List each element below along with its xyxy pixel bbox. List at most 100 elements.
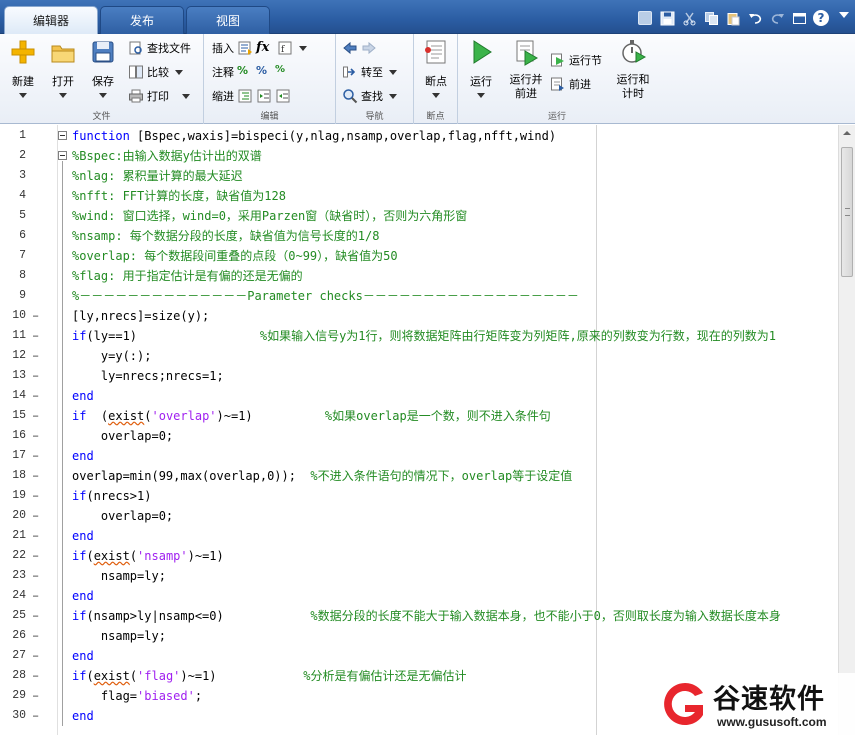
find-button[interactable]: 查找	[342, 86, 397, 106]
executable-line-marker[interactable]: –	[32, 686, 40, 706]
code-line[interactable]: end	[72, 586, 94, 606]
breakpoints-button[interactable]: 断点	[415, 38, 457, 98]
find-files-button[interactable]: 查找文件	[128, 38, 191, 58]
tab-view[interactable]: 视图	[186, 6, 270, 34]
code-line[interactable]: y=y(:);	[72, 346, 152, 366]
code-line[interactable]: [ly,nrecs]=size(y);	[72, 306, 209, 326]
code-line[interactable]: %flag: 用于指定估计是有偏的还是无偏的	[72, 266, 303, 286]
comment-percent-icon[interactable]: %	[237, 64, 253, 80]
window-icon[interactable]	[789, 8, 809, 28]
scrollbar-thumb[interactable]	[841, 147, 853, 277]
code-line[interactable]: end	[72, 646, 94, 666]
executable-line-marker[interactable]: –	[32, 486, 40, 506]
code-line[interactable]: nsamp=ly;	[72, 566, 166, 586]
cut-icon[interactable]	[679, 8, 699, 28]
code-line[interactable]: end	[72, 386, 94, 406]
executable-line-marker[interactable]: –	[32, 346, 40, 366]
code-editor[interactable]: 1 2 3 4 5 6 7 8 9 10–11–12–13–14–15–16–17–18–19–2…	[0, 125, 855, 735]
tab-publish[interactable]: 发布	[100, 6, 184, 34]
code-line[interactable]: overlap=0;	[72, 426, 173, 446]
executable-line-marker[interactable]: –	[32, 586, 40, 606]
code-line[interactable]: end	[72, 526, 94, 546]
help-icon[interactable]: ?	[811, 8, 831, 28]
open-button[interactable]: 打开	[42, 38, 84, 98]
executable-line-marker[interactable]: –	[32, 626, 40, 646]
back-arrow-icon[interactable]	[342, 40, 358, 56]
code-line[interactable]: nsamp=ly;	[72, 626, 166, 646]
code-area[interactable]: function [Bspec,waxis]=bispeci(y,nlag,ns…	[58, 125, 838, 735]
smart-indent-icon[interactable]	[237, 88, 253, 104]
code-line[interactable]: %nfft: FFT计算的长度，缺省值为128	[72, 186, 286, 206]
code-line[interactable]: %wind: 窗口选择，wind=0，采用Parzen窗（缺省时），否则为六角形…	[72, 206, 467, 226]
executable-line-marker[interactable]: –	[32, 386, 40, 406]
paste-icon[interactable]	[723, 8, 743, 28]
fold-toggle-icon[interactable]	[58, 151, 67, 160]
code-line[interactable]: overlap=min(99,max(overlap,0)); %不进入条件语句…	[72, 466, 572, 486]
run-and-time-button[interactable]: 运行和 计时	[610, 38, 656, 101]
executable-line-marker[interactable]: –	[32, 326, 40, 346]
code-line[interactable]: function [Bspec,waxis]=bispeci(y,nlag,ns…	[72, 126, 556, 146]
copy-icon[interactable]	[701, 8, 721, 28]
code-line[interactable]: if(nsamp>ly|nsamp<=0) %数据分段的长度不能大于输入数据本身…	[72, 606, 781, 626]
indent-button[interactable]: 缩进	[212, 86, 291, 106]
advance-button[interactable]: 前进	[550, 74, 591, 94]
code-string: 'overlap'	[151, 409, 217, 423]
executable-line-marker[interactable]: –	[32, 646, 40, 666]
increase-indent-icon[interactable]	[256, 88, 272, 104]
code-line[interactable]: %Bspec:由输入数据y估计出的双谱	[72, 146, 262, 166]
executable-line-marker[interactable]: –	[32, 426, 40, 446]
goto-button[interactable]: 转至	[342, 62, 397, 82]
executable-line-marker[interactable]: –	[32, 466, 40, 486]
vertical-scrollbar[interactable]	[838, 125, 855, 735]
executable-line-marker[interactable]: –	[32, 706, 40, 726]
run-section-button[interactable]: 运行节	[550, 50, 602, 70]
executable-line-marker[interactable]: –	[32, 546, 40, 566]
save-button[interactable]: 保存	[82, 38, 124, 98]
run-and-advance-button[interactable]: 运行并 前进	[502, 38, 550, 101]
executable-line-marker[interactable]: –	[32, 406, 40, 426]
code-line[interactable]: end	[72, 706, 94, 726]
executable-line-marker[interactable]: –	[32, 446, 40, 466]
code-line[interactable]: if(nrecs>1)	[72, 486, 151, 506]
new-button[interactable]: 新建	[2, 38, 44, 98]
executable-line-marker[interactable]: –	[32, 526, 40, 546]
executable-line-marker[interactable]: –	[32, 506, 40, 526]
code-line[interactable]: overlap=0;	[72, 506, 173, 526]
scroll-up-icon[interactable]	[843, 131, 851, 135]
new-doc-icon[interactable]	[635, 8, 655, 28]
code-line[interactable]: end	[72, 446, 94, 466]
decrease-indent-icon[interactable]	[275, 88, 291, 104]
line-number-gutter[interactable]: 1 2 3 4 5 6 7 8 9 10–11–12–13–14–15–16–17–18–19–2…	[0, 125, 58, 735]
undo-icon[interactable]	[745, 8, 765, 28]
executable-line-marker[interactable]: –	[32, 306, 40, 326]
code-line[interactable]: if(exist('nsamp')~=1)	[72, 546, 224, 566]
fold-toggle-icon[interactable]	[58, 131, 67, 140]
code-line[interactable]: %－－－－－－－－－－－－－－Parameter checks－－－－－－－－－…	[72, 286, 579, 306]
code-line[interactable]: if(exist('flag')~=1) %分析是有偏估计还是无偏估计	[72, 666, 466, 686]
code-line[interactable]: ly=nrecs;nrecs=1;	[72, 366, 224, 386]
run-button[interactable]: 运行	[460, 38, 502, 98]
code-line[interactable]: %nlag: 累积量计算的最大延迟	[72, 166, 243, 186]
wrap-comments-icon[interactable]: %	[275, 64, 291, 80]
forward-arrow-icon[interactable]	[361, 40, 377, 56]
code-line[interactable]: if (exist('overlap')~=1) %如果overlap是一个数，…	[72, 406, 551, 426]
executable-line-marker[interactable]: –	[32, 566, 40, 586]
fx-icon[interactable]: fx	[256, 40, 274, 56]
code-line[interactable]: %nsamp: 每个数据分段的长度，缺省值为信号长度的1/8	[72, 226, 379, 246]
code-line[interactable]: if(ly==1) %如果输入信号y为1行，则将数据矩阵由行矩阵变为列矩阵,原来…	[72, 326, 776, 346]
insert-button[interactable]: 插入 fx f	[212, 38, 307, 58]
code-line[interactable]: %overlap: 每个数据段间重叠的点段（0~99），缺省值为50	[72, 246, 398, 266]
executable-line-marker[interactable]: –	[32, 366, 40, 386]
comment-button[interactable]: 注释 % % %	[212, 62, 291, 82]
print-button[interactable]: 打印	[128, 86, 190, 106]
executable-line-marker[interactable]: –	[32, 666, 40, 686]
compare-button[interactable]: 比较	[128, 62, 183, 82]
executable-line-marker[interactable]: –	[32, 606, 40, 626]
uncomment-icon[interactable]: %	[256, 64, 272, 80]
tab-editor[interactable]: 编辑器	[4, 6, 98, 35]
line-number: 12	[12, 349, 26, 362]
save-icon[interactable]	[657, 8, 677, 28]
code-line[interactable]: flag='biased';	[72, 686, 202, 706]
redo-icon[interactable]	[767, 8, 787, 28]
collapse-toolstrip-icon[interactable]	[839, 12, 849, 18]
